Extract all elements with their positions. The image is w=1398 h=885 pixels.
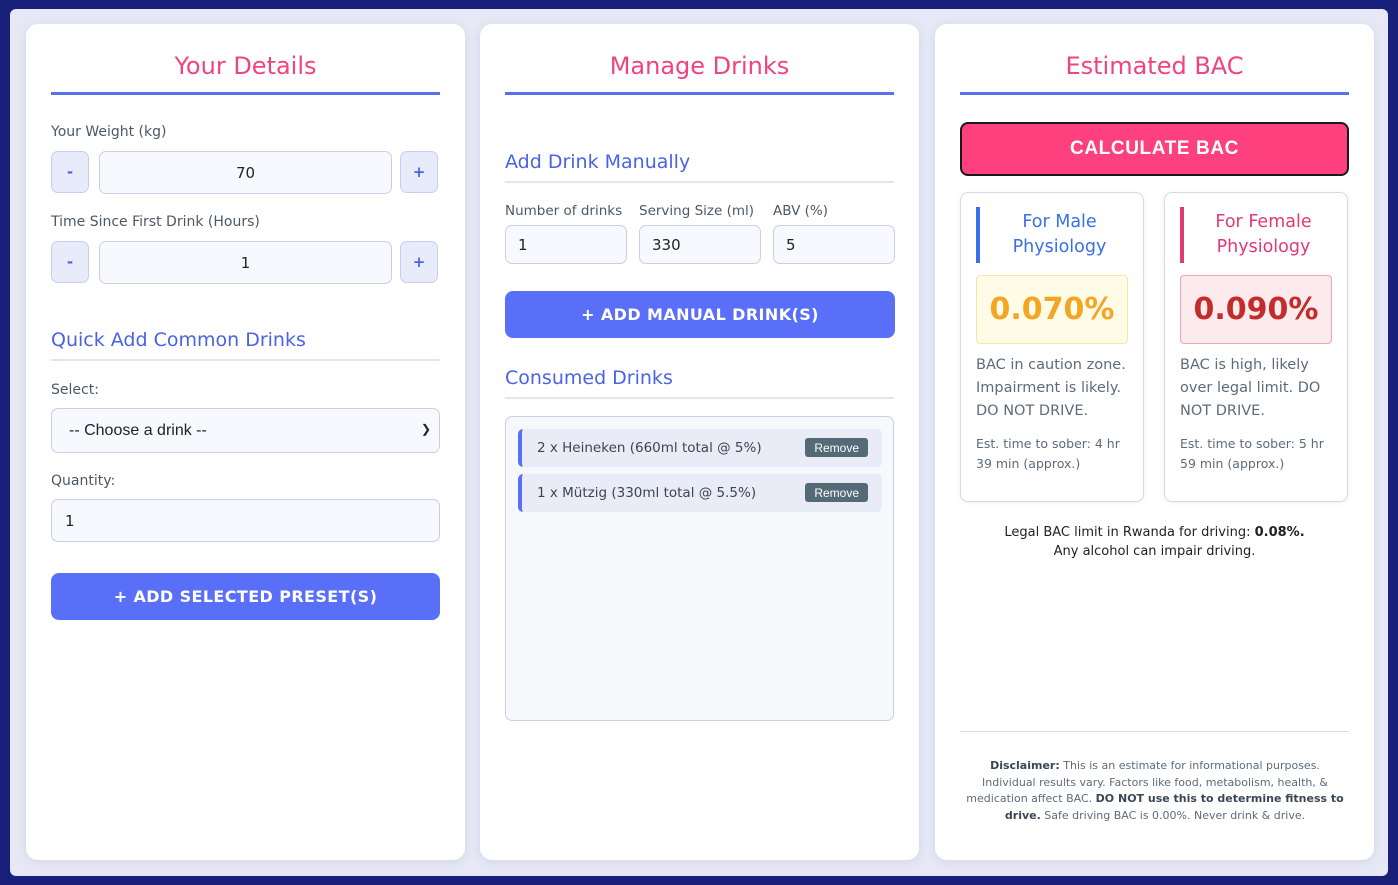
legal-limit-value: 0.08%. <box>1254 525 1305 540</box>
time-label: Time Since First Drink (Hours) <box>51 214 260 230</box>
size-input[interactable]: 330 <box>639 225 761 264</box>
disclaimer-label: Disclaimer: <box>990 759 1060 772</box>
bac-title: Estimated BAC <box>960 52 1349 95</box>
bac-panel: Estimated BAC CALCULATE BAC For Male Phy… <box>935 24 1374 860</box>
male-card-title: For Male Physiology <box>976 207 1131 263</box>
drink-select[interactable]: -- Choose a drink -- ❯ <box>51 408 440 453</box>
details-title: Your Details <box>51 52 440 95</box>
disclaimer-text-end: Safe driving BAC is 0.00%. Never drink &… <box>1040 808 1306 822</box>
weight-input[interactable]: 70 <box>99 151 392 194</box>
female-bac-value: 0.090% <box>1180 275 1332 344</box>
list-item: 1 x Mützig (330ml total @ 5.5%) Remove <box>518 474 882 512</box>
chevron-down-icon: ❯ <box>420 422 431 436</box>
male-sober-time: Est. time to sober: 4 hr 39 min (approx.… <box>976 436 1120 471</box>
male-status-text: BAC in caution zone. Impairment is likel… <box>976 357 1126 419</box>
count-input[interactable]: 1 <box>505 225 627 264</box>
abv-input[interactable]: 5 <box>773 225 895 264</box>
size-label: Serving Size (ml) <box>639 203 755 219</box>
female-result-card: For Female Physiology 0.090% BAC is high… <box>1164 192 1348 502</box>
weight-decrement-button[interactable]: - <box>51 151 89 193</box>
legal-limit-prefix: Legal BAC limit in Rwanda for driving: <box>1004 525 1255 540</box>
manual-heading: Add Drink Manually <box>505 151 894 183</box>
calculate-bac-button[interactable]: CALCULATE BAC <box>960 122 1349 176</box>
consumed-heading: Consumed Drinks <box>505 367 894 399</box>
male-bac-value: 0.070% <box>976 275 1128 344</box>
male-result-card: For Male Physiology 0.070% BAC in cautio… <box>960 192 1144 502</box>
divider <box>960 731 1349 732</box>
weight-increment-button[interactable]: + <box>400 151 438 193</box>
time-increment-button[interactable]: + <box>400 241 438 283</box>
drinks-title: Manage Drinks <box>505 52 894 95</box>
select-label: Select: <box>51 382 99 398</box>
disclaimer: Disclaimer: This is an estimate for info… <box>965 758 1345 824</box>
time-input[interactable]: 1 <box>99 241 392 284</box>
abv-label: ABV (%) <box>773 203 828 219</box>
add-preset-button[interactable]: + ADD SELECTED PRESET(S) <box>51 573 440 620</box>
drinks-panel: Manage Drinks Add Drink Manually Number … <box>480 24 919 860</box>
consumed-list: 2 x Heineken (660ml total @ 5%) Remove 1… <box>505 416 894 721</box>
count-label: Number of drinks <box>505 203 623 219</box>
time-decrement-button[interactable]: - <box>51 241 89 283</box>
list-item: 2 x Heineken (660ml total @ 5%) Remove <box>518 429 882 467</box>
drink-select-value: -- Choose a drink -- <box>69 421 207 439</box>
consumed-drink-text: 1 x Mützig (330ml total @ 5.5%) <box>537 485 757 501</box>
legal-limit-text: Legal BAC limit in Rwanda for driving: 0… <box>960 523 1349 542</box>
remove-button[interactable]: Remove <box>805 438 868 457</box>
legal-note: Any alcohol can impair driving. <box>1053 544 1256 559</box>
female-status-text: BAC is high, likely over legal limit. DO… <box>1180 357 1321 419</box>
quantity-label: Quantity: <box>51 473 116 489</box>
quick-add-heading: Quick Add Common Drinks <box>51 329 440 361</box>
details-panel: Your Details Your Weight (kg) - 70 + Tim… <box>26 24 465 860</box>
quantity-input[interactable]: 1 <box>51 499 440 542</box>
add-manual-button[interactable]: + ADD MANUAL DRINK(S) <box>505 291 895 338</box>
app-container: Your Details Your Weight (kg) - 70 + Tim… <box>10 9 1388 876</box>
female-card-title: For Female Physiology <box>1180 207 1335 263</box>
female-sober-time: Est. time to sober: 5 hr 59 min (approx.… <box>1180 436 1324 471</box>
remove-button[interactable]: Remove <box>805 483 868 502</box>
weight-label: Your Weight (kg) <box>51 124 167 140</box>
consumed-drink-text: 2 x Heineken (660ml total @ 5%) <box>537 440 762 456</box>
